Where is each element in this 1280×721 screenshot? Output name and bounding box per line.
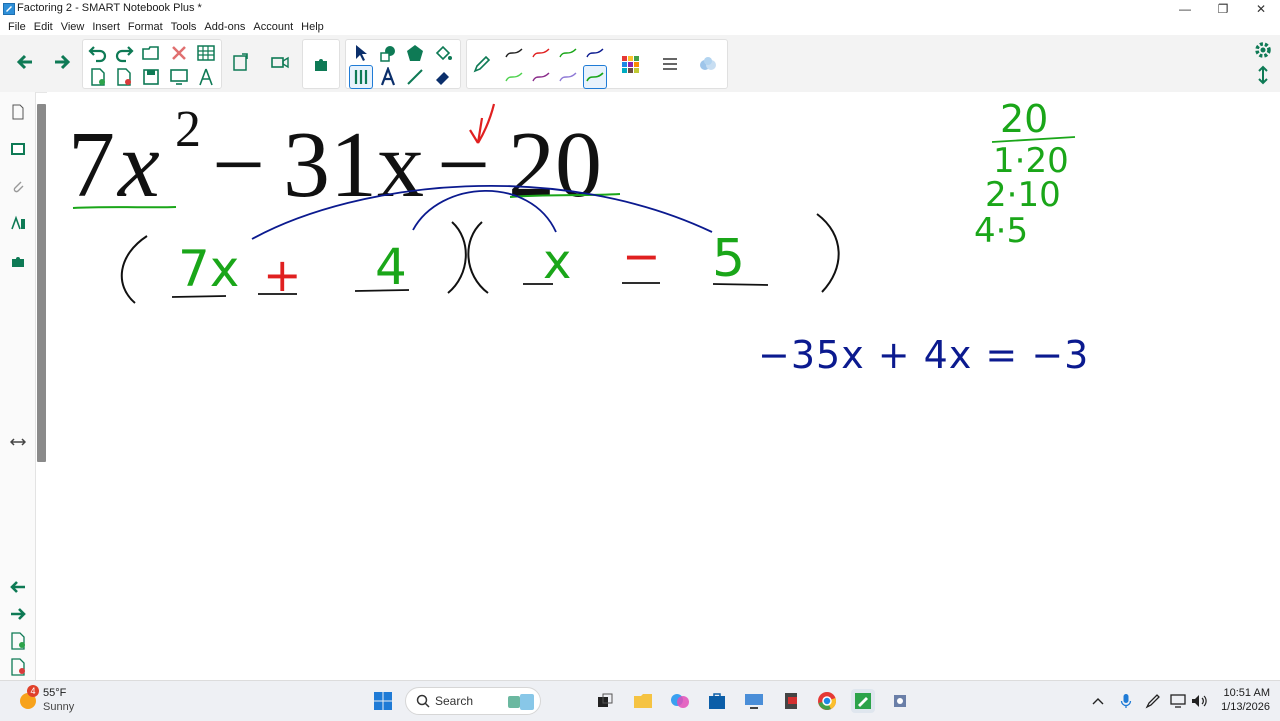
speaker-icon: [1192, 695, 1207, 707]
factor-term-5: 5: [712, 229, 745, 289]
start-button[interactable]: [371, 689, 395, 713]
expression-exponent: 2: [175, 101, 201, 158]
chrome-icon: [818, 692, 836, 710]
factor-blank-lines: [171, 282, 769, 298]
network-tray-icon[interactable]: [1168, 689, 1188, 713]
task-view-icon: [598, 693, 613, 707]
pen-icon: [1145, 694, 1160, 709]
app-button-1[interactable]: [779, 689, 803, 713]
windows-logo-icon: [374, 692, 392, 710]
microphone-icon: [1120, 694, 1132, 708]
store-button[interactable]: [705, 689, 729, 713]
microphone-tray-icon[interactable]: [1116, 689, 1136, 713]
paren-close-2: [816, 213, 840, 293]
expression-minus-2: −: [437, 113, 490, 217]
weather-temperature: 55°F: [43, 687, 67, 699]
windows-taskbar: 4 55°F Sunny Search 10:51 AM 1/13/2026: [0, 680, 1280, 721]
clock-date[interactable]: 1/13/2026: [1212, 701, 1270, 713]
middle-term-check-equation: −35x + 4x = −3: [758, 333, 1089, 377]
network-monitor-icon: [1170, 694, 1186, 708]
factor-term-x: x: [543, 234, 571, 290]
expression-variable: x: [116, 113, 160, 217]
task-view-button[interactable]: [593, 689, 617, 713]
weather-condition: Sunny: [43, 701, 75, 713]
chevron-up-icon: [1092, 698, 1104, 705]
show-hidden-icons-button[interactable]: [1089, 689, 1107, 713]
factor-term-7x: 7x: [178, 240, 239, 298]
monitor-icon: [745, 694, 763, 709]
smart-notebook-icon: [855, 693, 871, 709]
tool-app-icon: [894, 695, 906, 707]
search-placeholder: Search: [435, 694, 474, 708]
document-app-icon: [785, 693, 797, 709]
taskbar-search-box[interactable]: Search: [405, 687, 541, 715]
store-bag-icon: [709, 693, 725, 709]
factor-operator-plus: +: [263, 248, 302, 302]
folder-icon: [634, 694, 652, 708]
smart-notebook-taskbar-button[interactable]: [851, 689, 875, 713]
paren-open-1: [120, 235, 148, 304]
expression-coefficient: 7: [68, 113, 115, 217]
search-highlight-icon: [508, 694, 534, 710]
expression-minus-1: −: [212, 113, 265, 217]
clock-time[interactable]: 10:51 AM: [1218, 687, 1270, 699]
paren-open-2: [467, 221, 489, 294]
weather-badge: 4: [27, 685, 39, 697]
copilot-button[interactable]: [668, 689, 692, 713]
volume-tray-icon[interactable]: [1189, 689, 1209, 713]
factor-list-header: 20: [1000, 97, 1048, 141]
expression-constant: 20: [508, 113, 602, 217]
factor-operator-minus: −: [622, 229, 661, 283]
chrome-button[interactable]: [815, 689, 839, 713]
copilot-icon: [671, 694, 689, 708]
underline-leading-term: [72, 206, 177, 209]
file-explorer-button[interactable]: [631, 689, 655, 713]
app-button-2[interactable]: [888, 689, 912, 713]
search-icon: [416, 694, 430, 708]
pen-menu-tray-icon[interactable]: [1142, 689, 1164, 713]
factor-pair-2: 2·10: [985, 175, 1061, 215]
factor-term-4: 4: [375, 238, 407, 296]
whiteboard-ink-layer: 7 x 2 − 31x − 20 7x + 4 x − 5 20 1·20 2·…: [68, 97, 1089, 377]
paren-close-1: [447, 221, 467, 294]
weather-widget[interactable]: 4: [17, 685, 39, 711]
remote-desktop-button[interactable]: [742, 689, 766, 713]
factor-pair-3: 4·5: [974, 211, 1028, 251]
